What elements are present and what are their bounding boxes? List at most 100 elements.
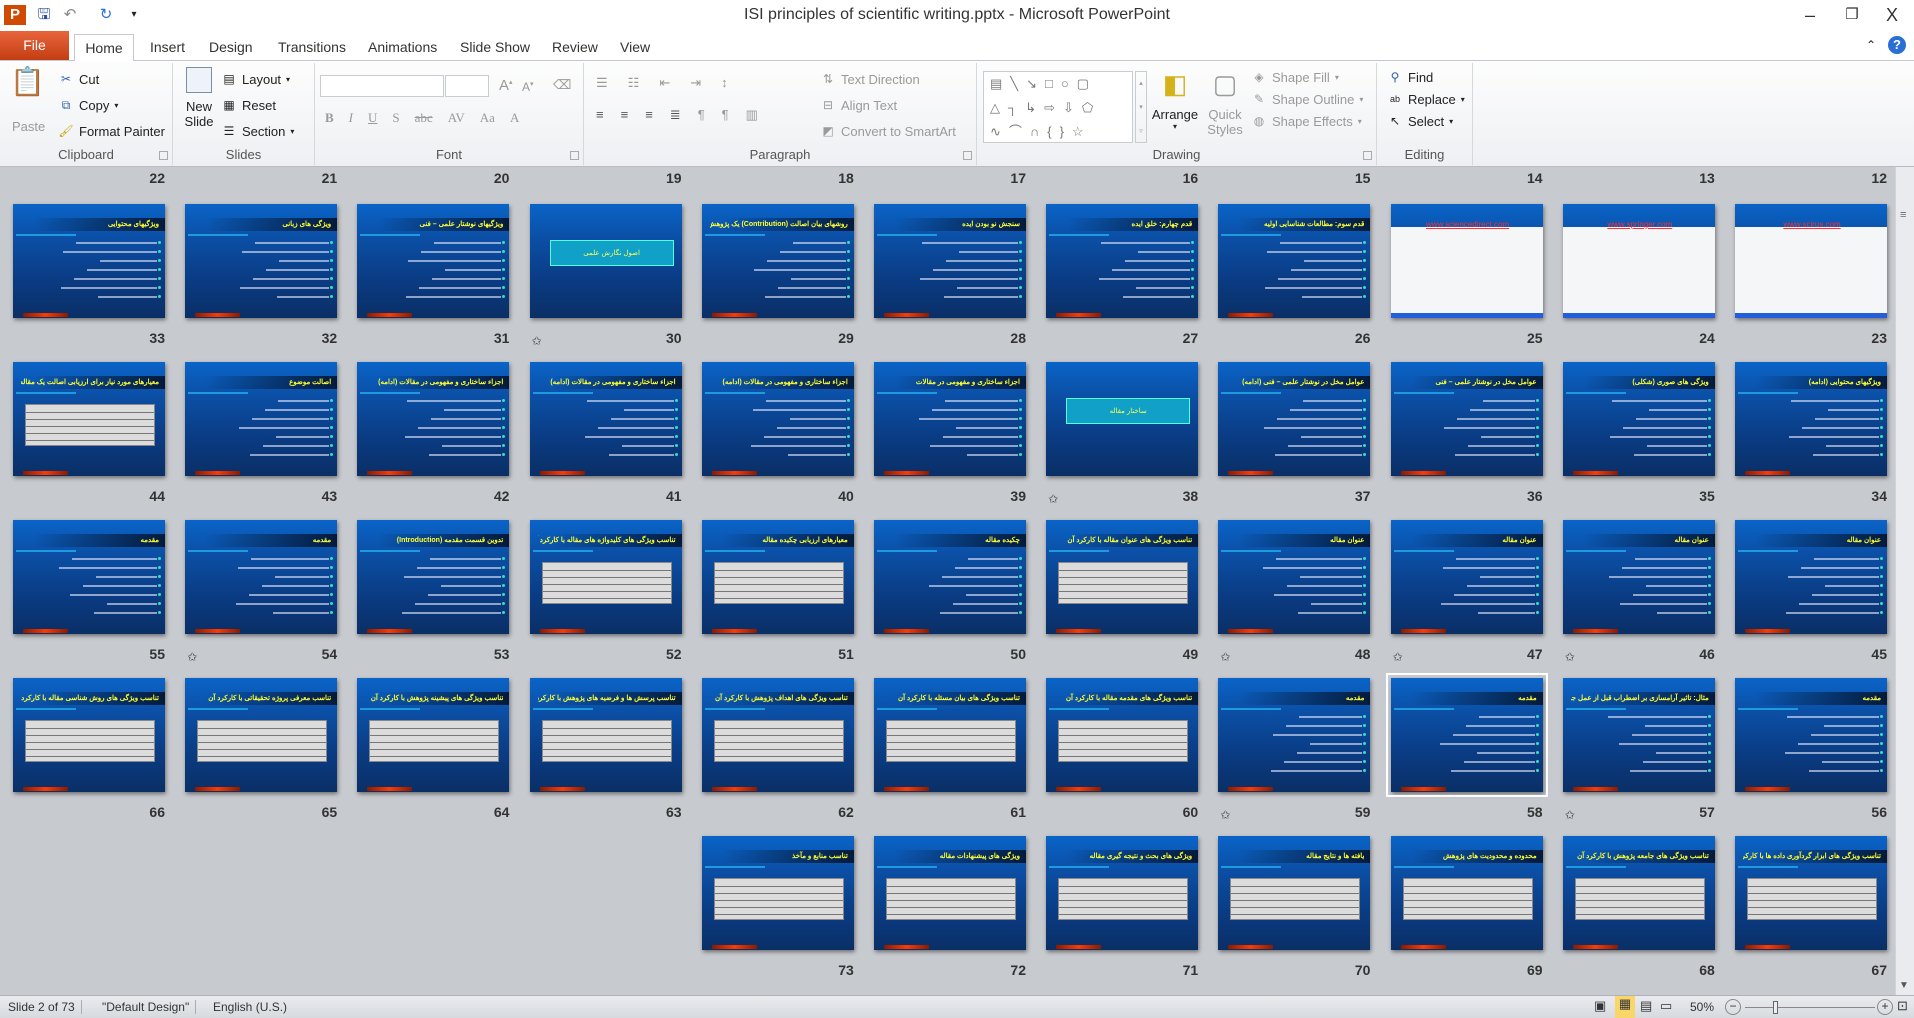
close-button[interactable]: X bbox=[1872, 4, 1912, 26]
animation-star-icon[interactable]: ✩ bbox=[532, 334, 542, 348]
minimize-button[interactable]: – bbox=[1790, 4, 1830, 26]
shadow-icon[interactable]: S bbox=[392, 110, 399, 126]
paste-button[interactable]: 📋 bbox=[10, 65, 45, 121]
align-right-icon[interactable]: ≡ bbox=[645, 107, 653, 123]
slide-thumbnail[interactable]: تناسب ویژگی های ابزار گردآوری داده ها با… bbox=[1735, 836, 1887, 950]
slide-thumbnail[interactable]: ویژگی های پیشنهادات مقاله bbox=[874, 836, 1026, 950]
slide-thumbnail[interactable]: معیارهای مورد نیاز برای ارزیابی اصالت یک… bbox=[13, 362, 165, 476]
align-text-button[interactable]: ⊟ Align Text bbox=[820, 97, 897, 113]
slide-thumbnail[interactable]: مقدمه bbox=[1218, 678, 1371, 792]
slide-thumbnail[interactable]: تناسب ویژگی های اهداف پژوهش با کارکرد آن bbox=[701, 678, 854, 792]
center-icon[interactable]: ≡ bbox=[621, 107, 629, 123]
slide-thumbnail[interactable]: تناسب ویژگی های جامعه پژوهش با کارکرد آن bbox=[1562, 836, 1715, 950]
slide-thumbnail[interactable]: اصالت موضوع bbox=[185, 362, 338, 476]
animation-star-icon[interactable]: ✩ bbox=[1565, 650, 1575, 664]
slide-thumbnail[interactable]: مقدمه bbox=[185, 520, 338, 634]
tab-insert[interactable]: Insert bbox=[142, 34, 193, 61]
slide-thumbnail[interactable]: ویژگی های بحث و نتیجه گیری مقاله bbox=[1046, 836, 1199, 950]
slide-thumbnail[interactable]: تناسب پرسش ها و فرضیه های پژوهش با کارکر… bbox=[529, 678, 682, 792]
theme-name[interactable]: "Default Design" bbox=[96, 1000, 197, 1014]
animation-star-icon[interactable]: ✩ bbox=[1565, 808, 1575, 822]
slide-thumbnail[interactable]: ساختار مقاله bbox=[1046, 362, 1199, 476]
animation-star-icon[interactable]: ✩ bbox=[1220, 650, 1230, 664]
zoom-level[interactable]: 50% bbox=[1690, 1000, 1714, 1014]
slide-thumbnail[interactable]: www.sciencedirect.com bbox=[1390, 204, 1543, 318]
slide-thumbnail[interactable]: تناسب منابع و مآخذ bbox=[701, 836, 854, 950]
increase-indent-icon[interactable]: ⇥ bbox=[690, 75, 701, 91]
bold-icon[interactable]: B bbox=[325, 110, 334, 126]
arrange-button[interactable]: ◧ Arrange ▾ bbox=[1151, 69, 1199, 131]
replace-button[interactable]: ab Replace ▾ bbox=[1387, 91, 1465, 107]
numbering-icon[interactable]: ☷ bbox=[628, 75, 640, 91]
tab-design[interactable]: Design bbox=[201, 34, 261, 61]
slide-show-icon[interactable]: ▭ bbox=[1660, 998, 1672, 1014]
zoom-out-button[interactable]: − bbox=[1725, 999, 1741, 1015]
slide-thumbnail[interactable]: معیارهای ارزیابی چکیده مقاله bbox=[701, 520, 854, 634]
strikethrough-icon[interactable]: abc bbox=[415, 110, 433, 126]
slide-thumbnail[interactable]: تناسب ویژگی های پیشینه پژوهش با کارکرد آ… bbox=[357, 678, 510, 792]
restore-button[interactable]: ❐ bbox=[1832, 4, 1872, 26]
bullets-icon[interactable]: ☰ bbox=[596, 75, 608, 91]
animation-star-icon[interactable]: ✩ bbox=[1220, 808, 1230, 822]
slide-thumbnail[interactable]: اصول نگارش علمی bbox=[529, 204, 682, 318]
animation-star-icon[interactable]: ✩ bbox=[187, 650, 197, 664]
slide-thumbnail[interactable]: مقدمه bbox=[1735, 678, 1887, 792]
grow-font-icon[interactable]: A▴ bbox=[499, 77, 513, 94]
slide-thumbnail[interactable]: ویژگی های صوری (شکلی) bbox=[1562, 362, 1715, 476]
shapes-gallery[interactable]: ▤╲↘□○▢ △┐↳⇨⇩⬠ ∿⌒∩{}☆ bbox=[983, 71, 1133, 143]
animation-star-icon[interactable]: ✩ bbox=[1393, 650, 1403, 664]
slide-thumbnail[interactable]: تدوین قسمت مقدمه (Introduction) bbox=[357, 520, 510, 634]
change-case-icon[interactable]: Aa bbox=[480, 110, 495, 126]
find-button[interactable]: ⚲ Find bbox=[1387, 69, 1434, 85]
format-painter-button[interactable]: 🖌 Format Painter bbox=[58, 123, 165, 139]
cut-button[interactable]: ✂ Cut bbox=[58, 71, 99, 87]
slide-thumbnail[interactable]: ویژگیهای نوشتار علمی – فنی bbox=[357, 204, 510, 318]
slide-thumbnail[interactable]: محدوده و محدودیت های پژوهش bbox=[1390, 836, 1543, 950]
slide-thumbnail[interactable]: مقدمه bbox=[13, 520, 165, 634]
slide-thumbnail[interactable]: اجزاء ساختاری و مفهومی در مقالات (ادامه) bbox=[357, 362, 510, 476]
text-direction-button[interactable]: ⇅ Text Direction bbox=[820, 71, 920, 87]
animation-star-icon[interactable]: ✩ bbox=[1048, 492, 1058, 506]
section-button[interactable]: ☰ Section ▾ bbox=[221, 123, 295, 139]
reset-button[interactable]: ▦ Reset bbox=[221, 97, 276, 113]
font-size-select[interactable] bbox=[445, 75, 489, 97]
tab-slide-show[interactable]: Slide Show bbox=[452, 34, 538, 61]
slide-thumbnail[interactable]: ویژگیهای محتوایی (ادامه) bbox=[1735, 362, 1887, 476]
slide-thumbnail[interactable]: سنجش نو بودن ایده bbox=[874, 204, 1026, 318]
line-spacing-icon[interactable]: ↕ bbox=[721, 75, 728, 91]
slide-thumbnail[interactable]: www.springer.com bbox=[1562, 204, 1715, 318]
gallery-scroll[interactable]: ▴ ▾ ▿ bbox=[1135, 71, 1147, 143]
shape-fill-button[interactable]: ◈ Shape Fill ▾ bbox=[1251, 69, 1338, 85]
slide-thumbnail[interactable]: عنوان مقاله bbox=[1562, 520, 1715, 634]
rtl-icon[interactable]: ¶ bbox=[722, 107, 729, 123]
shape-outline-button[interactable]: ✎ Shape Outline ▾ bbox=[1251, 91, 1363, 107]
character-spacing-icon[interactable]: AV bbox=[448, 110, 465, 126]
slide-thumbnail[interactable]: عنوان مقاله bbox=[1390, 520, 1543, 634]
font-dialog-launcher[interactable] bbox=[570, 151, 579, 160]
slide-thumbnail[interactable]: قدم سوم: مطالعات شناسایی اولیه bbox=[1218, 204, 1371, 318]
reading-view-icon[interactable]: ▤ bbox=[1640, 998, 1652, 1014]
tab-transitions[interactable]: Transitions bbox=[270, 34, 354, 61]
paragraph-dialog-launcher[interactable] bbox=[963, 151, 972, 160]
normal-view-icon[interactable]: ▣ bbox=[1594, 998, 1606, 1014]
slide-sorter[interactable]: 22 21 20 19 18 17 16 15 14 13 12 www.scirus.com 23 ww… bbox=[0, 167, 1895, 995]
slide-thumbnail[interactable]: مقدمه bbox=[1385, 673, 1548, 797]
tab-animations[interactable]: Animations bbox=[360, 34, 445, 61]
slide-thumbnail[interactable]: عوامل مخل در نوشتار علمی – فنی (ادامه) bbox=[1218, 362, 1371, 476]
slide-thumbnail[interactable]: ویژگیهای محتوایی bbox=[13, 204, 165, 318]
columns-icon[interactable]: ▥ bbox=[746, 107, 758, 123]
slide-thumbnail[interactable]: تناسب ویژگی های بیان مسئله با کارکرد آن bbox=[874, 678, 1026, 792]
font-name-select[interactable] bbox=[320, 75, 444, 97]
slide-thumbnail[interactable]: تناسب ویژگی های کلیدواژه های مقاله با کا… bbox=[529, 520, 682, 634]
slide-thumbnail[interactable]: روشهای بیان اصالت (Contribution) یک پژوه… bbox=[701, 204, 854, 318]
underline-icon[interactable]: U bbox=[368, 110, 377, 126]
slide-thumbnail[interactable]: عنوان مقاله bbox=[1735, 520, 1887, 634]
zoom-in-button[interactable]: + bbox=[1877, 999, 1893, 1015]
scroll-thumb[interactable]: ≡ bbox=[1900, 209, 1906, 221]
slide-thumbnail[interactable]: تناسب ویژگی های مقدمه مقاله با کارکرد آن bbox=[1046, 678, 1199, 792]
minimize-ribbon-icon[interactable]: ⌃ bbox=[1866, 38, 1876, 52]
slide-thumbnail[interactable]: عنوان مقاله bbox=[1218, 520, 1371, 634]
slide-thumbnail[interactable]: مثال: تاثیر آرامسازی بر اضطراب قبل از عم… bbox=[1562, 678, 1715, 792]
decrease-indent-icon[interactable]: ⇤ bbox=[659, 75, 670, 91]
slide-thumbnail[interactable]: اجزاء ساختاری و مفهومی در مقالات (ادامه) bbox=[701, 362, 854, 476]
